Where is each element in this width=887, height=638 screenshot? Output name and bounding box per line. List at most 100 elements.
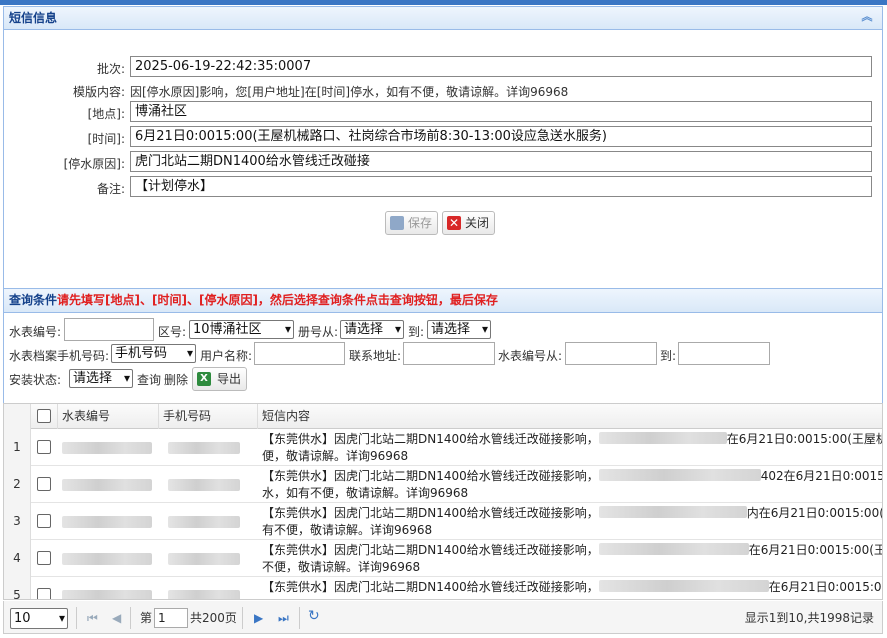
- table-row[interactable]: 5 【东莞供水】因虎门北站二期DN1400给水管线迁改碰接影响， 在6月21日0:…: [4, 577, 883, 599]
- meter-no-redacted: [62, 479, 152, 491]
- phone-select[interactable]: 手机号码: [111, 344, 196, 363]
- query-area: 水表编号: 区号: 10博涌社区 册号从: 请选择 到: 请选择 水表档案手机号…: [3, 313, 883, 403]
- collapse-icon[interactable]: ︽: [860, 10, 874, 24]
- phone-redacted: [168, 553, 240, 565]
- row-number: 5: [4, 577, 31, 599]
- template-text: 因[停水原因]影响，您[用户地址]在[时间]停水，如有不便，敬请谅解。详询969…: [130, 85, 569, 99]
- row-number: 2: [4, 466, 31, 503]
- page-prefix: 第: [140, 611, 153, 625]
- delete-button[interactable]: 删除: [164, 371, 188, 388]
- first-page-icon[interactable]: ⏮: [87, 611, 98, 625]
- meter-no-input[interactable]: [64, 318, 154, 341]
- address-input[interactable]: [403, 342, 495, 365]
- col-meter-no[interactable]: 水表编号: [58, 404, 159, 429]
- table-row[interactable]: 3 【东莞供水】因虎门北站二期DN1400给水管线迁改碰接影响， 内在6月21日0…: [4, 503, 883, 540]
- last-page-icon[interactable]: ⏭: [278, 611, 289, 625]
- phone-redacted: [168, 590, 240, 599]
- col-phone[interactable]: 手机号码: [159, 404, 258, 429]
- batch-input[interactable]: 2025-06-19-22:42:35:0007: [130, 56, 872, 77]
- pagination-bar: 10 ⏮ ◀ 第 1 共200页 ▶ ⏭ ↻ 显示1到10,共1998记录: [3, 601, 883, 634]
- query-title: 查询条件: [9, 293, 58, 307]
- phone-redacted: [168, 442, 240, 454]
- close-button[interactable]: ✕ 关闭: [442, 211, 496, 235]
- page-number-input[interactable]: 1: [154, 608, 188, 628]
- to-label-2: 到:: [660, 349, 677, 363]
- save-label: 保存: [408, 216, 433, 230]
- meter-from-label: 水表编号从:: [498, 349, 563, 363]
- row-checkbox[interactable]: [37, 477, 51, 491]
- select-all-checkbox[interactable]: [37, 409, 51, 423]
- save-button[interactable]: 保存: [385, 211, 439, 235]
- meter-no-redacted: [62, 590, 152, 599]
- table-row[interactable]: 1 【东莞供水】因虎门北站二期DN1400给水管线迁改碰接影响， 在6月21日0:…: [4, 429, 883, 466]
- query-panel-header: 查询条件请先填写[地点]、[时间]、[停水原因]，然后选择查询条件点击查询按钮，…: [3, 288, 883, 313]
- time-input[interactable]: 6月21日0:0015:00(王屋机械路口、社岗综合市场前8:30-13:00设…: [130, 126, 872, 147]
- username-label: 用户名称:: [200, 349, 253, 363]
- meter-no-redacted: [62, 516, 152, 528]
- phone-redacted: [168, 479, 240, 491]
- district-select[interactable]: 10博涌社区: [189, 320, 294, 339]
- address-label: 联系地址:: [349, 349, 402, 363]
- sms-content: 【东莞供水】因虎门北站二期DN1400给水管线迁改碰接影响， 内在6月21日0:0…: [262, 506, 883, 537]
- row-checkbox[interactable]: [37, 440, 51, 454]
- sms-content: 【东莞供水】因虎门北站二期DN1400给水管线迁改碰接影响， 在6月21日0:00…: [262, 432, 883, 463]
- save-icon: [390, 216, 404, 230]
- top-border: [0, 0, 887, 5]
- export-label: 导出: [217, 372, 242, 386]
- phone-redacted: [168, 516, 240, 528]
- record-summary: 显示1到10,共1998记录: [744, 611, 874, 625]
- book-from-label: 册号从:: [298, 325, 339, 339]
- meter-no-label: 水表编号:: [9, 325, 62, 339]
- row-checkbox[interactable]: [37, 514, 51, 528]
- refresh-icon[interactable]: ↻: [308, 609, 320, 623]
- place-label: [地点]:: [87, 107, 125, 121]
- row-number: 3: [4, 503, 31, 540]
- close-icon: ✕: [447, 216, 461, 230]
- select-all-cell: [31, 404, 58, 429]
- sms-grid: 水表编号 手机号码 短信内容 1 【东莞供水】因虎门北站二期DN1400给水管线…: [3, 403, 883, 600]
- row-number: 4: [4, 540, 31, 577]
- remark-input[interactable]: 【计划停水】: [130, 176, 872, 197]
- rownum-header: [4, 404, 31, 429]
- col-sms-content[interactable]: 短信内容: [258, 404, 882, 429]
- row-checkbox[interactable]: [37, 551, 51, 565]
- row-checkbox[interactable]: [37, 588, 51, 599]
- query-button[interactable]: 查询: [137, 371, 161, 388]
- remark-label: 备注:: [96, 182, 125, 196]
- district-label: 区号:: [158, 325, 187, 339]
- table-row[interactable]: 2 【东莞供水】因虎门北站二期DN1400给水管线迁改碰接影响， 402在6月21…: [4, 466, 883, 503]
- to-label-1: 到:: [408, 325, 425, 339]
- meter-to-input[interactable]: [678, 342, 770, 365]
- reason-input[interactable]: 虎门北站二期DN1400给水管线迁改碰接: [130, 151, 872, 172]
- book-from-select[interactable]: 请选择: [340, 320, 404, 339]
- excel-icon: X: [197, 372, 211, 386]
- close-label: 关闭: [465, 216, 490, 230]
- meter-from-input[interactable]: [565, 342, 657, 365]
- install-label: 安装状态:: [9, 373, 62, 387]
- template-label: 模版内容:: [72, 85, 125, 99]
- row-number: 1: [4, 429, 31, 466]
- meter-no-redacted: [62, 442, 152, 454]
- place-input[interactable]: 博涌社区: [130, 101, 872, 122]
- next-page-icon[interactable]: ▶: [254, 611, 263, 625]
- sms-content: 【东莞供水】因虎门北站二期DN1400给水管线迁改碰接影响， 在6月21日0:00…: [262, 543, 883, 574]
- username-input[interactable]: [254, 342, 345, 365]
- install-select[interactable]: 请选择: [69, 369, 133, 388]
- table-row[interactable]: 4 【东莞供水】因虎门北站二期DN1400给水管线迁改碰接影响， 在6月21日0:…: [4, 540, 883, 577]
- panel-title: 短信信息: [9, 11, 58, 25]
- page-size-select[interactable]: 10: [10, 608, 68, 629]
- book-to-select[interactable]: 请选择: [427, 320, 491, 339]
- meter-no-redacted: [62, 553, 152, 565]
- sms-content: 【东莞供水】因虎门北站二期DN1400给水管线迁改碰接影响， 在6月21日0:00…: [262, 580, 883, 594]
- export-button[interactable]: X 导出: [192, 367, 248, 391]
- query-hint: 请先填写[地点]、[时间]、[停水原因]，然后选择查询条件点击查询按钮，最后保存: [57, 293, 498, 307]
- time-label: [时间]:: [87, 132, 125, 146]
- grid-header: 水表编号 手机号码 短信内容: [4, 404, 882, 429]
- sms-info-form: 批次: 2025-06-19-22:42:35:0007 模版内容: 因[停水原…: [3, 30, 883, 288]
- reason-label: [停水原因]:: [63, 157, 125, 171]
- phone-label: 水表档案手机号码:: [9, 349, 110, 363]
- sms-info-panel-header: 短信信息 ︽: [3, 6, 883, 30]
- prev-page-icon[interactable]: ◀: [112, 611, 121, 625]
- sms-content: 【东莞供水】因虎门北站二期DN1400给水管线迁改碰接影响， 402在6月21日0…: [262, 469, 883, 500]
- page-total: 共200页: [190, 611, 237, 625]
